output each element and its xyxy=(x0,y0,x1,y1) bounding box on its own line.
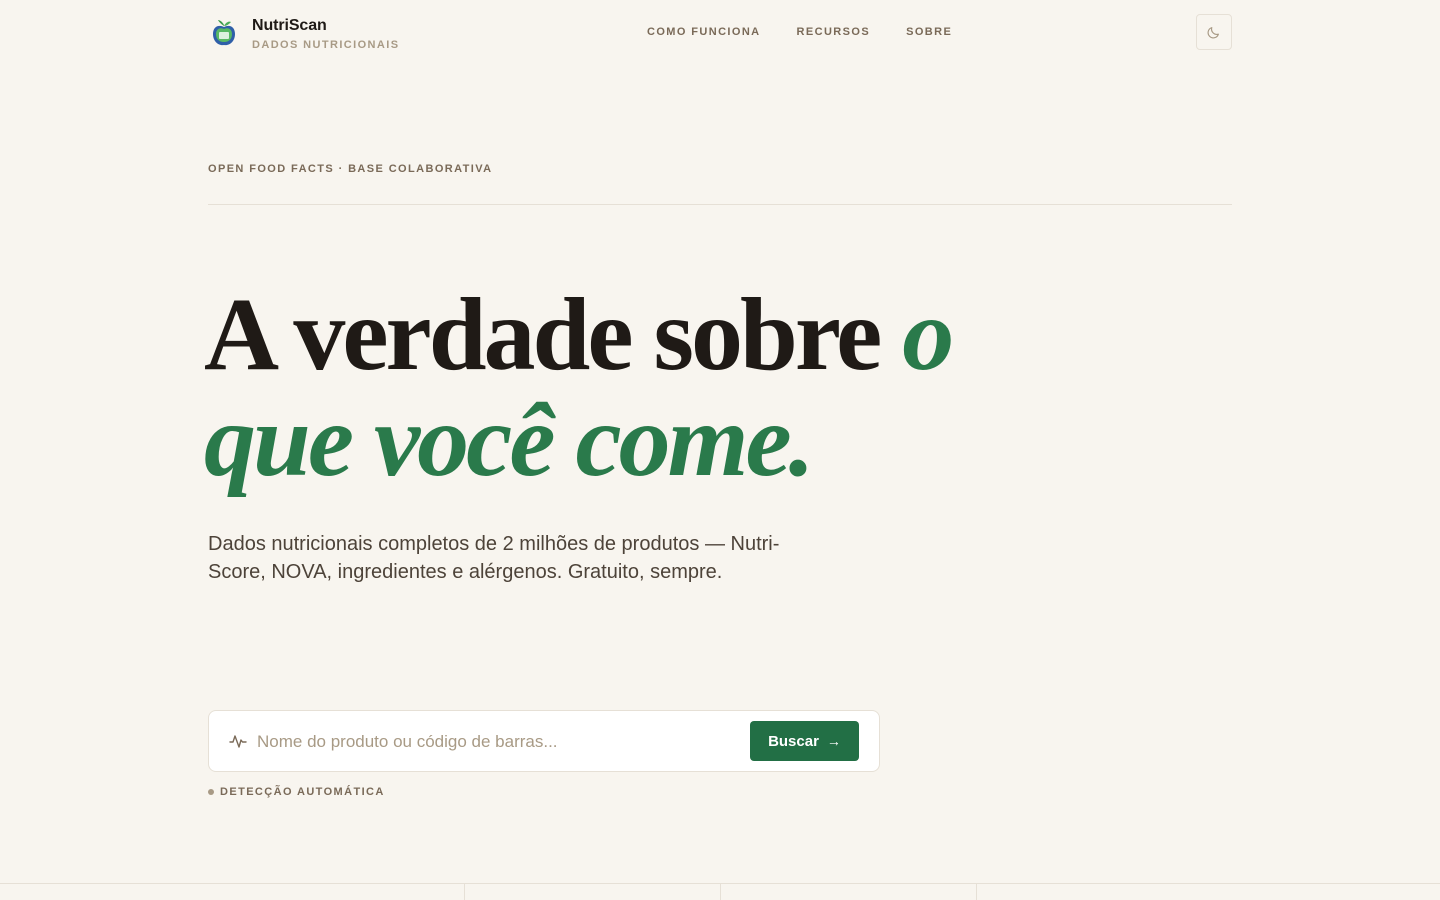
headline-accent-2: que você come. xyxy=(204,383,815,498)
headline-part-1: A verdade sobre xyxy=(204,277,903,392)
moon-icon xyxy=(1207,27,1219,39)
status-dot-icon xyxy=(208,789,214,795)
search-hint-text: DETECÇÃO AUTOMÁTICA xyxy=(220,786,385,798)
hero-eyebrow: OPEN FOOD FACTS · BASE COLABORATIVA xyxy=(208,163,493,175)
column-separator xyxy=(464,884,465,900)
site-header: NutriScan DADOS NUTRICIONAIS COMO FUNCIO… xyxy=(0,0,1440,64)
column-separator xyxy=(720,884,721,900)
brand-name: NutriScan xyxy=(252,17,327,34)
search-hint: DETECÇÃO AUTOMÁTICA xyxy=(208,786,385,798)
hero-headline: A verdade sobre o que você come. xyxy=(204,282,954,494)
brand-subtitle: DADOS NUTRICIONAIS xyxy=(252,39,400,51)
column-separator xyxy=(976,884,977,900)
hero-lead: Dados nutricionais completos de 2 milhõe… xyxy=(208,533,780,583)
search-button-label: Buscar xyxy=(768,732,819,750)
nav-item-recursos[interactable]: RECURSOS xyxy=(797,24,871,40)
headline-accent-1: o xyxy=(902,277,954,392)
search-input[interactable] xyxy=(257,725,737,759)
search-button[interactable]: Buscar → xyxy=(750,721,859,761)
divider xyxy=(208,204,1232,205)
apple-icon xyxy=(213,20,235,46)
nav-item-sobre[interactable]: SOBRE xyxy=(906,24,952,40)
main-nav: COMO FUNCIONA RECURSOS SOBRE xyxy=(647,24,988,40)
search-box: Buscar → xyxy=(208,710,880,772)
brand[interactable]: NutriScan DADOS NUTRICIONAIS xyxy=(210,16,399,53)
nav-item-como-funciona[interactable]: COMO FUNCIONA xyxy=(647,24,761,40)
theme-toggle-button[interactable] xyxy=(1196,14,1232,50)
arrow-right-icon: → xyxy=(826,733,841,749)
pulse-icon xyxy=(229,735,247,748)
